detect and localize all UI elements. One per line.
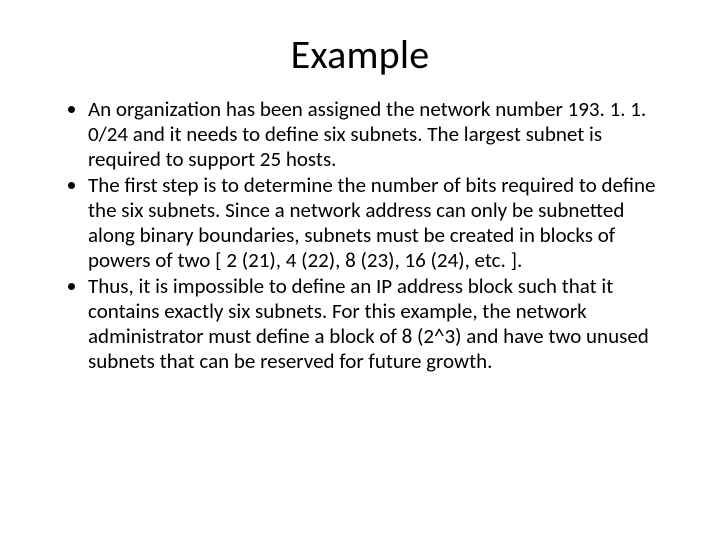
bullet-item: Thus, it is impossible to define an IP a…	[88, 274, 660, 373]
bullet-item: An organization has been assigned the ne…	[88, 97, 660, 171]
slide-content: An organization has been assigned the ne…	[60, 97, 660, 373]
slide: Example An organization has been assigne…	[0, 0, 720, 540]
bullet-list: An organization has been assigned the ne…	[60, 97, 660, 373]
bullet-item: The first step is to determine the numbe…	[88, 173, 660, 272]
slide-title: Example	[60, 30, 660, 79]
